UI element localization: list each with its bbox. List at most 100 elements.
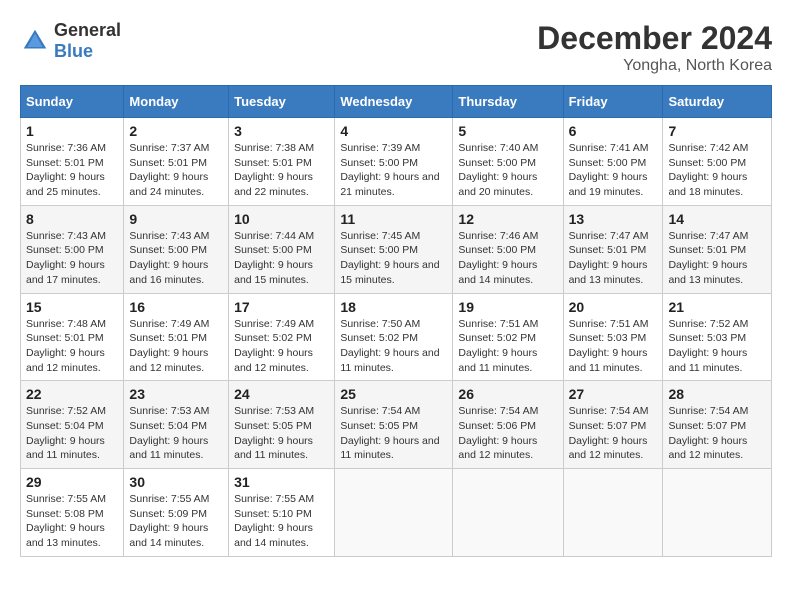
calendar-cell: 3 Sunrise: 7:38 AMSunset: 5:01 PMDayligh… [229, 118, 335, 206]
day-number: 13 [569, 211, 658, 227]
day-number: 24 [234, 386, 329, 402]
day-info: Sunrise: 7:48 AMSunset: 5:01 PMDaylight:… [26, 317, 118, 376]
day-number: 3 [234, 123, 329, 139]
day-info: Sunrise: 7:43 AMSunset: 5:00 PMDaylight:… [129, 229, 223, 288]
calendar-cell: 26 Sunrise: 7:54 AMSunset: 5:06 PMDaylig… [453, 381, 563, 469]
calendar-table: SundayMondayTuesdayWednesdayThursdayFrid… [20, 85, 772, 557]
calendar-cell: 6 Sunrise: 7:41 AMSunset: 5:00 PMDayligh… [563, 118, 663, 206]
day-number: 16 [129, 299, 223, 315]
day-info: Sunrise: 7:49 AMSunset: 5:01 PMDaylight:… [129, 317, 223, 376]
day-info: Sunrise: 7:54 AMSunset: 5:07 PMDaylight:… [569, 404, 658, 463]
calendar-cell: 27 Sunrise: 7:54 AMSunset: 5:07 PMDaylig… [563, 381, 663, 469]
week-row-2: 8 Sunrise: 7:43 AMSunset: 5:00 PMDayligh… [21, 205, 772, 293]
day-number: 23 [129, 386, 223, 402]
day-number: 21 [668, 299, 766, 315]
week-row-1: 1 Sunrise: 7:36 AMSunset: 5:01 PMDayligh… [21, 118, 772, 206]
day-info: Sunrise: 7:37 AMSunset: 5:01 PMDaylight:… [129, 141, 223, 200]
calendar-cell: 4 Sunrise: 7:39 AMSunset: 5:00 PMDayligh… [335, 118, 453, 206]
day-info: Sunrise: 7:51 AMSunset: 5:02 PMDaylight:… [458, 317, 557, 376]
location-title: Yongha, North Korea [537, 57, 772, 75]
day-info: Sunrise: 7:50 AMSunset: 5:02 PMDaylight:… [340, 317, 447, 376]
day-number: 8 [26, 211, 118, 227]
day-info: Sunrise: 7:54 AMSunset: 5:07 PMDaylight:… [668, 404, 766, 463]
day-info: Sunrise: 7:51 AMSunset: 5:03 PMDaylight:… [569, 317, 658, 376]
calendar-cell: 9 Sunrise: 7:43 AMSunset: 5:00 PMDayligh… [124, 205, 229, 293]
day-number: 25 [340, 386, 447, 402]
calendar-cell [335, 469, 453, 557]
day-info: Sunrise: 7:54 AMSunset: 5:05 PMDaylight:… [340, 404, 447, 463]
calendar-cell: 1 Sunrise: 7:36 AMSunset: 5:01 PMDayligh… [21, 118, 124, 206]
day-number: 29 [26, 474, 118, 490]
calendar-cell: 28 Sunrise: 7:54 AMSunset: 5:07 PMDaylig… [663, 381, 772, 469]
day-info: Sunrise: 7:46 AMSunset: 5:00 PMDaylight:… [458, 229, 557, 288]
calendar-cell: 22 Sunrise: 7:52 AMSunset: 5:04 PMDaylig… [21, 381, 124, 469]
calendar-cell: 19 Sunrise: 7:51 AMSunset: 5:02 PMDaylig… [453, 293, 563, 381]
week-row-4: 22 Sunrise: 7:52 AMSunset: 5:04 PMDaylig… [21, 381, 772, 469]
day-number: 7 [668, 123, 766, 139]
day-info: Sunrise: 7:44 AMSunset: 5:00 PMDaylight:… [234, 229, 329, 288]
day-number: 18 [340, 299, 447, 315]
calendar-cell: 31 Sunrise: 7:55 AMSunset: 5:10 PMDaylig… [229, 469, 335, 557]
calendar-cell [663, 469, 772, 557]
day-number: 15 [26, 299, 118, 315]
day-number: 2 [129, 123, 223, 139]
day-number: 26 [458, 386, 557, 402]
calendar-cell: 2 Sunrise: 7:37 AMSunset: 5:01 PMDayligh… [124, 118, 229, 206]
day-info: Sunrise: 7:52 AMSunset: 5:03 PMDaylight:… [668, 317, 766, 376]
header-day-monday: Monday [124, 86, 229, 118]
calendar-cell: 17 Sunrise: 7:49 AMSunset: 5:02 PMDaylig… [229, 293, 335, 381]
calendar-cell: 10 Sunrise: 7:44 AMSunset: 5:00 PMDaylig… [229, 205, 335, 293]
calendar-cell: 21 Sunrise: 7:52 AMSunset: 5:03 PMDaylig… [663, 293, 772, 381]
calendar-cell: 30 Sunrise: 7:55 AMSunset: 5:09 PMDaylig… [124, 469, 229, 557]
month-title: December 2024 [537, 20, 772, 57]
day-number: 17 [234, 299, 329, 315]
day-info: Sunrise: 7:41 AMSunset: 5:00 PMDaylight:… [569, 141, 658, 200]
calendar-cell: 16 Sunrise: 7:49 AMSunset: 5:01 PMDaylig… [124, 293, 229, 381]
day-info: Sunrise: 7:54 AMSunset: 5:06 PMDaylight:… [458, 404, 557, 463]
day-info: Sunrise: 7:39 AMSunset: 5:00 PMDaylight:… [340, 141, 447, 200]
calendar-cell: 5 Sunrise: 7:40 AMSunset: 5:00 PMDayligh… [453, 118, 563, 206]
logo-icon [20, 26, 50, 56]
day-info: Sunrise: 7:40 AMSunset: 5:00 PMDaylight:… [458, 141, 557, 200]
day-number: 22 [26, 386, 118, 402]
calendar-cell: 8 Sunrise: 7:43 AMSunset: 5:00 PMDayligh… [21, 205, 124, 293]
day-number: 20 [569, 299, 658, 315]
day-info: Sunrise: 7:36 AMSunset: 5:01 PMDaylight:… [26, 141, 118, 200]
day-info: Sunrise: 7:47 AMSunset: 5:01 PMDaylight:… [569, 229, 658, 288]
calendar-cell: 18 Sunrise: 7:50 AMSunset: 5:02 PMDaylig… [335, 293, 453, 381]
day-number: 5 [458, 123, 557, 139]
day-number: 28 [668, 386, 766, 402]
calendar-cell: 20 Sunrise: 7:51 AMSunset: 5:03 PMDaylig… [563, 293, 663, 381]
header-day-saturday: Saturday [663, 86, 772, 118]
day-info: Sunrise: 7:42 AMSunset: 5:00 PMDaylight:… [668, 141, 766, 200]
logo: General Blue [20, 20, 121, 62]
calendar-cell [563, 469, 663, 557]
day-info: Sunrise: 7:53 AMSunset: 5:04 PMDaylight:… [129, 404, 223, 463]
week-row-3: 15 Sunrise: 7:48 AMSunset: 5:01 PMDaylig… [21, 293, 772, 381]
calendar-cell: 24 Sunrise: 7:53 AMSunset: 5:05 PMDaylig… [229, 381, 335, 469]
day-info: Sunrise: 7:55 AMSunset: 5:09 PMDaylight:… [129, 492, 223, 551]
calendar-cell: 14 Sunrise: 7:47 AMSunset: 5:01 PMDaylig… [663, 205, 772, 293]
day-number: 12 [458, 211, 557, 227]
day-number: 11 [340, 211, 447, 227]
week-row-5: 29 Sunrise: 7:55 AMSunset: 5:08 PMDaylig… [21, 469, 772, 557]
day-number: 31 [234, 474, 329, 490]
header-day-sunday: Sunday [21, 86, 124, 118]
day-number: 14 [668, 211, 766, 227]
page-header: General Blue December 2024 Yongha, North… [20, 20, 772, 75]
logo-general-text: General [54, 20, 121, 40]
calendar-cell: 7 Sunrise: 7:42 AMSunset: 5:00 PMDayligh… [663, 118, 772, 206]
calendar-cell: 23 Sunrise: 7:53 AMSunset: 5:04 PMDaylig… [124, 381, 229, 469]
calendar-cell: 13 Sunrise: 7:47 AMSunset: 5:01 PMDaylig… [563, 205, 663, 293]
day-number: 19 [458, 299, 557, 315]
day-info: Sunrise: 7:47 AMSunset: 5:01 PMDaylight:… [668, 229, 766, 288]
logo-blue-text: Blue [54, 41, 93, 61]
day-info: Sunrise: 7:45 AMSunset: 5:00 PMDaylight:… [340, 229, 447, 288]
day-info: Sunrise: 7:43 AMSunset: 5:00 PMDaylight:… [26, 229, 118, 288]
day-info: Sunrise: 7:52 AMSunset: 5:04 PMDaylight:… [26, 404, 118, 463]
day-number: 27 [569, 386, 658, 402]
header-row: SundayMondayTuesdayWednesdayThursdayFrid… [21, 86, 772, 118]
day-info: Sunrise: 7:49 AMSunset: 5:02 PMDaylight:… [234, 317, 329, 376]
day-number: 4 [340, 123, 447, 139]
day-number: 30 [129, 474, 223, 490]
